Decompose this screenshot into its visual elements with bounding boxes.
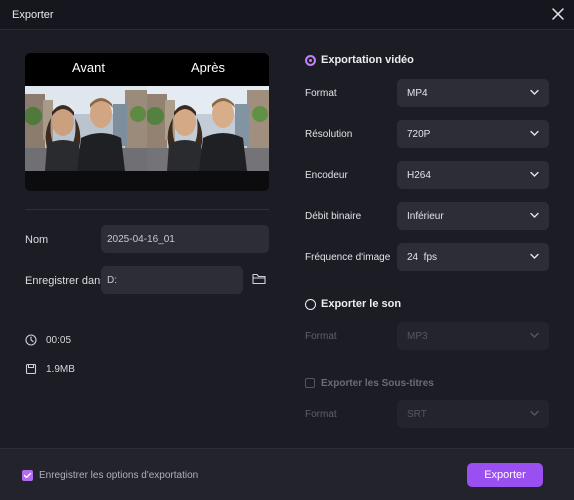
subtitles-export-label: Exporter les Sous-titres [321,377,434,389]
before-image [25,86,147,171]
audio-export-radio[interactable]: Exporter le son [305,297,401,311]
save-location-label: Enregistrer dans [25,275,106,287]
audio-export-label: Exporter le son [321,298,402,310]
title-bar: Exporter [0,0,574,30]
after-image [147,86,269,171]
divider [25,209,269,210]
export-button[interactable]: Exporter [467,463,543,487]
chevron-down-icon [530,171,539,177]
subtitle-format-value: SRT [407,409,427,420]
bitrate-value: Inférieur [407,211,444,222]
file-size-icon [25,363,37,375]
bitrate-select[interactable]: Inférieur [397,202,549,230]
name-input[interactable]: 2025-04-16_01 [101,225,269,253]
before-label: Avant [72,60,106,75]
audio-format-select: MP3 [397,322,549,350]
duration-text: 00:05 [46,335,72,346]
footer-bar: Enregistrer les options d'exportation Ex… [0,448,574,500]
save-export-options-checkbox[interactable]: Enregistrer les options d'exportation [22,470,198,481]
checkbox-checked-icon [22,470,33,481]
folder-icon[interactable] [252,273,266,285]
frame-rate-select[interactable]: 24 fps [397,243,549,271]
preview-footer [25,171,269,191]
frame-rate-value: 24 fps [407,252,438,263]
frame-rate-label: Fréquence d'image [305,252,391,263]
chevron-down-icon [530,130,539,136]
subtitle-format-label: Format [305,409,337,420]
name-input-value: 2025-04-16_01 [107,234,175,245]
format-select[interactable]: MP4 [397,79,549,107]
resolution-label: Résolution [305,129,353,140]
chevron-down-icon [530,253,539,259]
bitrate-label: Débit binaire [305,211,362,222]
window-title: Exporter [12,9,54,21]
resolution-value: 720P [407,129,431,140]
save-export-options-label: Enregistrer les options d'exportation [39,470,199,481]
file-size-text: 1.9MB [46,364,75,375]
resolution-select[interactable]: 720P [397,120,549,148]
save-location-input[interactable]: D: [101,266,243,294]
checkbox-unchecked-icon [305,378,315,388]
subtitles-export-checkbox[interactable]: Exporter les Sous-titres [305,376,434,390]
chevron-down-icon [530,89,539,95]
preview-panel: Avant Après [25,53,269,191]
chevron-down-icon [530,212,539,218]
video-export-radio[interactable]: Exportation vidéo [305,53,414,67]
export-dialog: Avant Après Nom 2025-04-16_01 Enregistre… [0,31,574,448]
after-label: Après [191,60,225,75]
format-value: MP4 [407,88,428,99]
preview-header [25,53,269,85]
audio-format-label: Format [305,331,337,342]
name-label: Nom [25,234,49,246]
audio-format-value: MP3 [407,331,428,342]
radio-selected-icon [305,54,316,66]
chevron-down-icon [530,332,539,338]
clock-icon [25,334,37,346]
radio-unselected-icon [305,298,316,310]
subtitle-format-select: SRT [397,400,549,428]
encoder-value: H264 [407,170,431,181]
encoder-select[interactable]: H264 [397,161,549,189]
chevron-down-icon [530,410,539,416]
video-export-label: Exportation vidéo [321,54,414,66]
save-location-value: D: [107,275,117,286]
encoder-label: Encodeur [305,170,348,181]
close-icon[interactable] [550,6,566,22]
format-label: Format [305,88,337,99]
